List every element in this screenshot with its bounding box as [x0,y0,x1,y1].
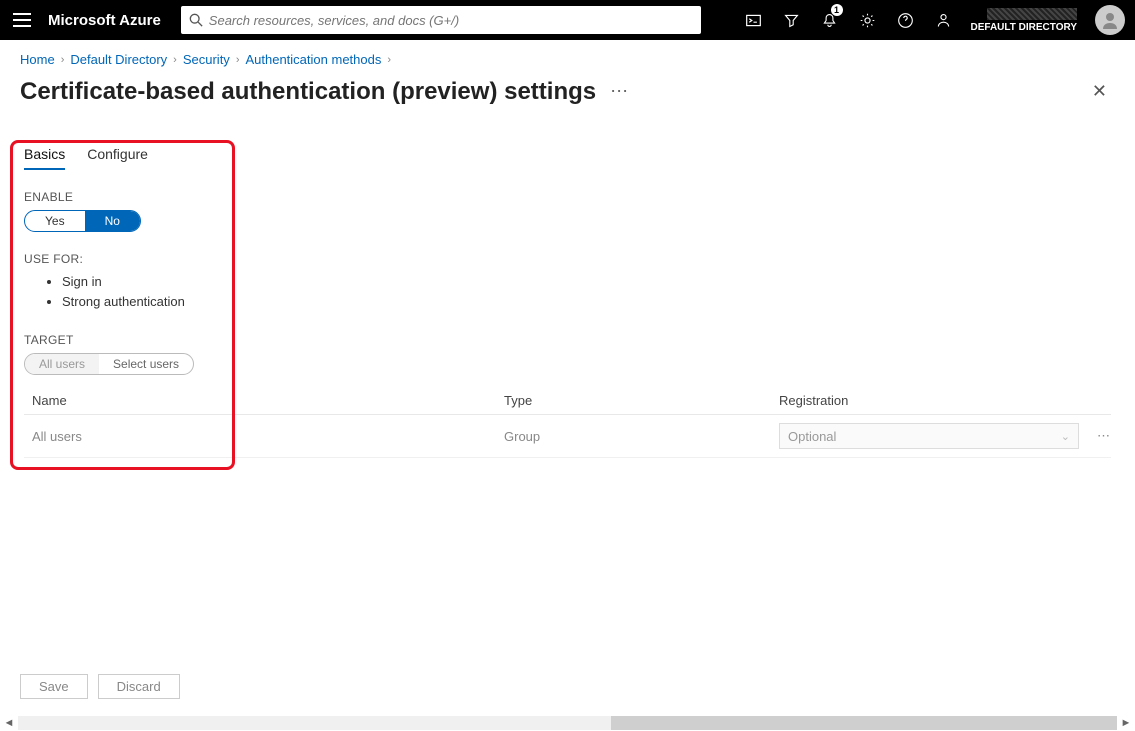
table-header: Name Type Registration [24,387,1111,415]
crumb-security[interactable]: Security [183,52,230,67]
target-table: Name Type Registration All users Group O… [24,387,1111,458]
settings-icon[interactable] [849,0,887,40]
page-title: Certificate-based authentication (previe… [20,78,596,106]
tab-basics[interactable]: Basics [24,146,65,170]
directory-filter-icon[interactable] [773,0,811,40]
horizontal-scrollbar[interactable]: ◄ ► [0,715,1135,731]
help-icon[interactable] [887,0,925,40]
page-header: Certificate-based authentication (previe… [0,71,1135,120]
scroll-left-icon[interactable]: ◄ [0,717,18,729]
notification-badge: 1 [831,4,843,16]
footer-actions: Save Discard [0,664,1135,709]
cell-registration: Optional ⌄ [779,423,1089,449]
enable-no[interactable]: No [85,211,140,231]
cell-type: Group [504,429,779,444]
feedback-icon[interactable] [925,0,963,40]
top-icons: 1 DEFAULT DIRECTORY [735,0,1135,40]
target-all-users[interactable]: All users [25,354,99,374]
breadcrumb: Home › Default Directory › Security › Authe… [0,40,1135,71]
registration-value: Optional [788,429,836,444]
brand-label[interactable]: Microsoft Azure [44,12,173,29]
enable-toggle[interactable]: Yes No [24,210,141,232]
chevron-right-icon: › [61,54,65,66]
chevron-down-icon: ⌄ [1061,430,1070,443]
registration-select[interactable]: Optional ⌄ [779,423,1079,449]
discard-button[interactable]: Discard [98,674,180,699]
crumb-auth-methods[interactable]: Authentication methods [245,52,381,67]
chevron-right-icon: › [387,54,391,66]
use-for-label: USE FOR: [24,252,1111,266]
cell-name: All users [24,429,504,444]
cloud-shell-icon[interactable] [735,0,773,40]
top-bar: Microsoft Azure 1 DEFAULT DIRECTORY [0,0,1135,40]
notifications-icon[interactable]: 1 [811,0,849,40]
use-for-item: Sign in [62,272,1111,292]
tenant-email-redacted [987,8,1077,20]
scroll-right-icon[interactable]: ► [1117,717,1135,729]
col-name: Name [24,393,504,408]
enable-yes[interactable]: Yes [25,211,85,231]
title-more-icon[interactable]: ⋯ [610,81,630,102]
scroll-thumb[interactable] [611,716,1117,730]
target-select-users[interactable]: Select users [99,354,193,374]
scroll-track[interactable] [18,716,1117,730]
tenant-info[interactable]: DEFAULT DIRECTORY [963,8,1085,33]
chevron-right-icon: › [236,54,240,66]
close-icon[interactable]: ✕ [1084,77,1115,106]
search-icon [189,13,203,27]
settings-tabs: Basics Configure [24,146,1111,170]
search-input[interactable] [209,13,693,28]
table-row: All users Group Optional ⌄ ⋯ [24,415,1111,458]
tenant-label: DEFAULT DIRECTORY [971,22,1077,33]
use-for-list: Sign in Strong authentication [62,272,1111,311]
col-type: Type [504,393,779,408]
col-registration: Registration [779,393,1111,408]
content-area: Basics Configure ENABLE Yes No USE FOR: … [0,120,1135,468]
enable-label: ENABLE [24,190,1111,204]
target-label: TARGET [24,333,1111,347]
global-search[interactable] [181,6,701,34]
avatar[interactable] [1095,5,1125,35]
tab-configure[interactable]: Configure [87,146,148,170]
save-button[interactable]: Save [20,674,88,699]
hamburger-icon[interactable] [0,0,44,40]
row-more-icon[interactable]: ⋯ [1097,428,1111,444]
crumb-directory[interactable]: Default Directory [70,52,167,67]
use-for-item: Strong authentication [62,292,1111,312]
chevron-right-icon: › [173,54,177,66]
crumb-home[interactable]: Home [20,52,55,67]
target-toggle[interactable]: All users Select users [24,353,194,375]
